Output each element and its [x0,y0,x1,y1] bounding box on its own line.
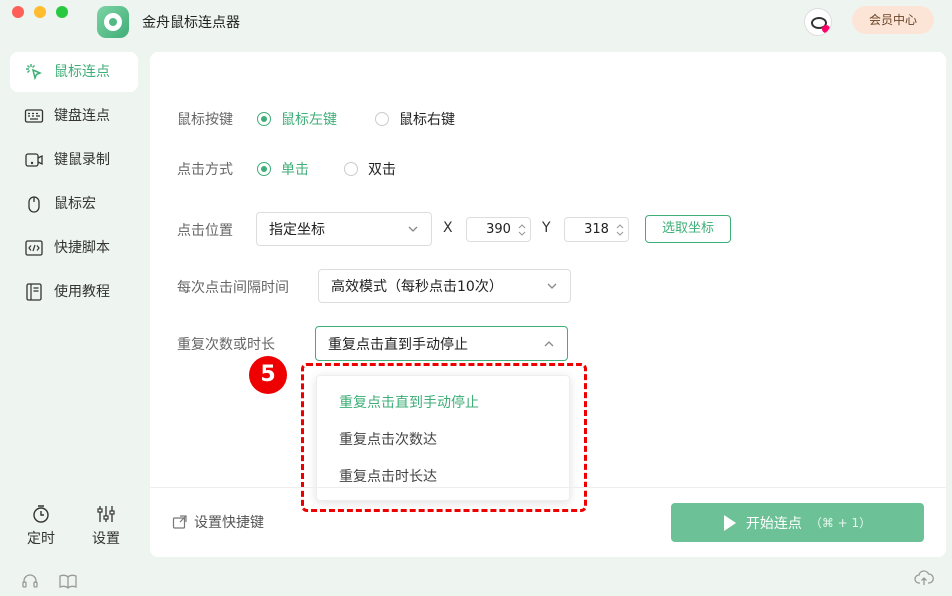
start-clicking-button[interactable]: 开始连点 （⌘ + 1） [671,503,924,542]
x-value: 390 [486,222,511,237]
script-icon [24,238,44,258]
double-click-radio[interactable]: 双击 [344,159,396,179]
settings-button[interactable]: 设置 [86,504,126,548]
chevron-down-icon [408,226,418,232]
radio-circle [344,162,358,176]
sidebar-item-label: 鼠标连点 [54,64,110,80]
zoom-window-button[interactable] [56,6,68,18]
shortcut-icon [172,515,187,529]
timer-button[interactable]: 定时 [21,504,61,548]
radio-label: 双击 [368,162,396,178]
sidebar-item-mouse-click[interactable]: 鼠标连点 [10,52,138,92]
position-mode-select[interactable]: 指定坐标 [256,212,432,246]
record-icon [24,150,44,170]
x-label: X [443,220,453,236]
interval-label: 每次点击间隔时间 [177,280,289,296]
close-window-button[interactable] [12,6,24,18]
start-hotkey-hint: （⌘ + 1） [809,516,872,530]
sidebar: 鼠标连点 键盘连点 键鼠录制 鼠标宏 快捷脚本 使用教程 定时 设置 [0,44,150,596]
open-book-icon[interactable] [58,571,78,591]
sidebar-item-quick-script[interactable]: 快捷脚本 [10,228,138,268]
keyboard-icon [24,106,44,126]
sidebar-item-record[interactable]: 键鼠录制 [10,140,138,180]
mouse-icon [24,194,44,214]
select-value: 指定坐标 [269,222,325,238]
chevron-down-icon [547,283,557,289]
timer-label: 定时 [27,531,55,547]
cloud-upload-icon[interactable] [914,568,934,588]
radio-circle [375,112,389,126]
stepper-icon[interactable] [517,221,527,239]
minimize-window-button[interactable] [34,6,46,18]
title-bar: 金舟鼠标连点器 会员中心 [0,0,952,44]
pick-coordinate-button[interactable]: 选取坐标 [645,215,731,243]
click-position-label: 点击位置 [177,223,233,239]
sidebar-item-mouse-macro[interactable]: 鼠标宏 [10,184,138,224]
sidebar-item-keyboard-click[interactable]: 键盘连点 [10,96,138,136]
sidebar-item-label: 键鼠录制 [54,152,110,168]
vip-center-button[interactable]: 会员中心 [852,6,934,34]
single-click-radio[interactable]: 单击 [257,159,309,179]
highlight-box [301,363,587,512]
click-mode-label: 点击方式 [177,162,233,178]
radio-label: 鼠标左键 [281,112,337,128]
interval-select[interactable]: 高效模式（每秒点击10次） [318,269,571,303]
repeat-label: 重复次数或时长 [177,337,275,353]
play-icon [723,514,736,531]
radio-circle [257,112,271,126]
timer-icon [31,504,51,524]
footer-divider [150,487,946,488]
app-title: 金舟鼠标连点器 [142,15,240,31]
repeat-select[interactable]: 重复点击直到手动停止 [315,326,568,361]
x-coordinate-input[interactable]: 390 [466,217,531,242]
step-badge: 5 [249,356,287,394]
chevron-up-icon [544,340,554,346]
user-avatar[interactable] [804,8,832,36]
radio-circle [257,162,271,176]
right-button-radio[interactable]: 鼠标右键 [375,109,455,129]
sidebar-item-label: 键盘连点 [54,108,110,124]
y-coordinate-input[interactable]: 318 [564,217,629,242]
y-label: Y [542,220,551,236]
book-icon [24,282,44,302]
app-logo-icon [97,6,129,38]
sidebar-item-label: 快捷脚本 [54,240,110,256]
y-value: 318 [584,222,609,237]
sliders-icon [96,504,116,524]
cursor-click-icon [24,62,44,82]
sidebar-item-tutorial[interactable]: 使用教程 [10,272,138,312]
select-value: 重复点击直到手动停止 [328,336,468,353]
start-label: 开始连点 [745,515,802,532]
set-shortcut-link[interactable]: 设置快捷键 [172,512,264,532]
sidebar-item-label: 鼠标宏 [54,196,96,212]
radio-label: 鼠标右键 [399,112,455,128]
settings-label: 设置 [92,531,120,547]
select-value: 高效模式（每秒点击10次） [331,279,503,295]
sidebar-item-label: 使用教程 [54,284,110,300]
radio-label: 单击 [281,162,309,178]
stepper-icon[interactable] [615,221,625,239]
sidebar-tools: 定时 设置 [0,504,150,564]
headset-icon[interactable] [20,571,40,591]
shortcut-label: 设置快捷键 [194,515,264,531]
mouse-button-label: 鼠标按键 [177,112,233,128]
left-button-radio[interactable]: 鼠标左键 [257,109,337,129]
